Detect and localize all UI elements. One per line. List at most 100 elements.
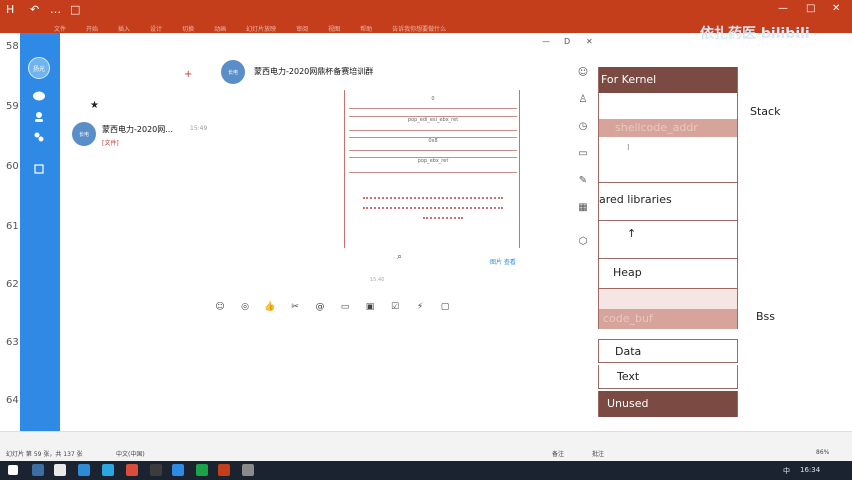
status-bar: 幻灯片 第 59 张，共 137 张 中文(中国) 备注 批注 86% bbox=[0, 431, 852, 461]
taskbar-app-icon[interactable] bbox=[78, 464, 90, 476]
slide-line-number: 62 bbox=[6, 279, 19, 290]
tab-animations[interactable]: 动画 bbox=[214, 24, 226, 33]
memory-block-heap: Heap bbox=[598, 259, 738, 289]
screen-icon[interactable]: ▢ bbox=[439, 301, 451, 313]
emoji-icon[interactable]: ☺ bbox=[214, 301, 226, 313]
taskbar-app-icon[interactable] bbox=[242, 464, 254, 476]
ribbon-tabs: 文件 开始 插入 设计 切换 动画 幻灯片放映 审阅 视图 帮助 告诉我你想要做… bbox=[54, 24, 446, 33]
star-icon[interactable] bbox=[29, 163, 49, 177]
tab-help[interactable]: 帮助 bbox=[360, 24, 372, 33]
minimize-button[interactable]: — bbox=[778, 3, 788, 14]
language-indicator[interactable]: 中文(中国) bbox=[116, 449, 145, 458]
calendar-icon[interactable]: ▦ bbox=[576, 202, 590, 213]
maximize-button[interactable]: D bbox=[564, 37, 570, 46]
taskbar-app-icon[interactable] bbox=[126, 464, 138, 476]
shake-icon[interactable]: ⚡ bbox=[414, 301, 426, 313]
close-button[interactable]: ✕ bbox=[832, 3, 840, 14]
message-time: 15:40 bbox=[370, 277, 385, 283]
tab-slideshow[interactable]: 幻灯片放映 bbox=[246, 24, 276, 33]
taskbar-app-icon[interactable] bbox=[54, 464, 66, 476]
memory-layout-diagram: For Kernel shellcode_addr ⁝ ared librari… bbox=[598, 33, 852, 431]
slide-line-number: 61 bbox=[6, 221, 19, 232]
gif-icon[interactable]: ◎ bbox=[239, 301, 251, 313]
tab-file[interactable]: 文件 bbox=[54, 24, 66, 33]
doc-icon[interactable]: ☑ bbox=[389, 301, 401, 313]
maximize-button[interactable]: □ bbox=[806, 3, 815, 14]
tab-home[interactable]: 开始 bbox=[86, 24, 98, 33]
memory-block bbox=[598, 93, 738, 119]
image-caption[interactable]: 图片 查看 bbox=[490, 257, 516, 266]
memory-block-kernel: For Kernel bbox=[598, 67, 738, 93]
contacts-icon[interactable] bbox=[29, 111, 49, 125]
stack-cell: pop_ebx_ret bbox=[349, 157, 517, 164]
zoom-level[interactable]: 86% bbox=[816, 449, 829, 456]
comment-icon[interactable]: ✎ bbox=[576, 175, 590, 186]
tab-view[interactable]: 视图 bbox=[328, 24, 340, 33]
like-icon[interactable]: 👍 bbox=[264, 301, 276, 313]
slide-line-number: 60 bbox=[6, 161, 19, 172]
clock[interactable]: 16:34 bbox=[800, 466, 820, 474]
minimize-button[interactable]: — bbox=[542, 37, 550, 46]
smile-icon[interactable]: ☺ bbox=[576, 67, 590, 78]
ime-indicator[interactable]: 中 bbox=[783, 466, 790, 476]
group-avatar[interactable]: 长电 bbox=[221, 60, 245, 84]
stack-divider bbox=[349, 130, 517, 131]
stack-cell: pop_edi_esi_ebx_ret bbox=[349, 116, 517, 123]
scissors-icon[interactable]: ✂ bbox=[289, 301, 301, 313]
user-avatar[interactable]: 扬光 bbox=[28, 57, 50, 79]
slide-line-number: 63 bbox=[6, 337, 19, 348]
slideshow-icon[interactable]: □ bbox=[70, 3, 80, 16]
cube-icon[interactable]: ⬡ bbox=[576, 236, 590, 247]
person-icon[interactable]: ♙ bbox=[576, 94, 590, 105]
memory-block: ↑ bbox=[598, 221, 738, 259]
conversation-preview: [文件] bbox=[102, 140, 119, 147]
squiggle-line bbox=[423, 214, 463, 219]
memory-block-shared-libraries: ared libraries bbox=[598, 183, 738, 221]
message-icon[interactable] bbox=[29, 91, 49, 105]
taskbar-app-icon[interactable] bbox=[32, 464, 44, 476]
folder-icon[interactable]: ▭ bbox=[339, 301, 351, 313]
comments-button[interactable]: 批注 bbox=[592, 449, 604, 458]
more-icon[interactable]: … bbox=[50, 3, 61, 16]
shared-image[interactable]: 0 pop_edi_esi_ebx_ret 0x8 pop_ebx_ret ⌕ bbox=[344, 90, 520, 262]
squiggle-line bbox=[363, 204, 503, 209]
qq-sidebar: 扬光 bbox=[20, 33, 60, 431]
memory-block-code-buf: code_buf bbox=[598, 309, 738, 329]
space-icon[interactable] bbox=[29, 131, 49, 145]
undo-icon[interactable]: ↶ bbox=[30, 3, 39, 16]
at-icon[interactable]: @ bbox=[314, 301, 326, 313]
conversation-name: 蒙西电力-2020网... bbox=[102, 125, 173, 134]
memory-block-data: Data bbox=[598, 339, 738, 363]
memory-block: ⁝ bbox=[598, 137, 738, 183]
taskbar-app-icon[interactable] bbox=[172, 464, 184, 476]
save-icon[interactable]: H bbox=[6, 3, 14, 16]
group-avatar: 长电 bbox=[72, 122, 96, 146]
memory-block-text: Text bbox=[598, 365, 738, 389]
close-button[interactable]: ✕ bbox=[586, 37, 593, 46]
tab-review[interactable]: 审阅 bbox=[296, 24, 308, 33]
history-icon[interactable]: ◷ bbox=[576, 121, 590, 132]
taskbar-app-icon[interactable] bbox=[218, 464, 230, 476]
slide-line-number: 59 bbox=[6, 101, 19, 112]
tell-me-search[interactable]: 告诉我你想要做什么 bbox=[392, 24, 446, 33]
favorite-star-icon[interactable]: ★ bbox=[90, 100, 99, 111]
bss-label: Bss bbox=[756, 310, 776, 323]
chat-window: — D ✕ 长电 蒙西电力-2020网鼎杯备赛培训群 0 pop_edi_esi… bbox=[210, 33, 600, 431]
folder-icon[interactable]: ▭ bbox=[576, 148, 590, 159]
list-item[interactable]: 长电 蒙西电力-2020网... 15:49 [文件] bbox=[72, 121, 207, 151]
tab-transitions[interactable]: 切换 bbox=[182, 24, 194, 33]
tab-insert[interactable]: 插入 bbox=[118, 24, 130, 33]
notes-button[interactable]: 备注 bbox=[552, 449, 564, 458]
add-button[interactable]: + bbox=[184, 69, 192, 80]
chat-list-panel: + ★ 长电 蒙西电力-2020网... 15:49 [文件] bbox=[60, 33, 210, 431]
taskbar-app-icon[interactable] bbox=[102, 464, 114, 476]
taskbar-app-icon[interactable] bbox=[196, 464, 208, 476]
stack-divider bbox=[349, 172, 517, 173]
start-icon[interactable] bbox=[8, 465, 18, 475]
tab-design[interactable]: 设计 bbox=[150, 24, 162, 33]
stack-divider bbox=[349, 108, 517, 109]
image-icon[interactable]: ▣ bbox=[364, 301, 376, 313]
zoom-icon[interactable]: ⌕ bbox=[397, 252, 402, 262]
stack-cell: 0 bbox=[431, 96, 435, 102]
taskbar-app-icon[interactable] bbox=[150, 464, 162, 476]
